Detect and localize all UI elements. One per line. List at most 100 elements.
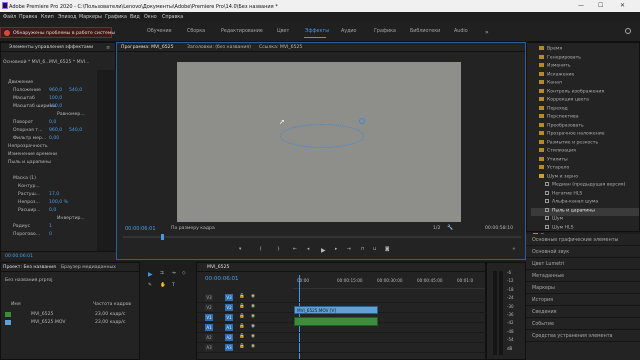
effect-row-value[interactable]: 0 [49, 232, 52, 238]
effect-row[interactable]: Равномер... [3, 111, 97, 119]
effect-row-value[interactable]: 0,0 [49, 208, 56, 214]
effects-list-item[interactable]: Шум [531, 216, 639, 225]
pen-tool-icon[interactable]: ✎ [148, 283, 152, 289]
effect-row-value[interactable]: 17,0 [49, 192, 59, 198]
menu-file[interactable]: Файл [3, 15, 16, 20]
effect-row[interactable]: Растуш... 17,0 [3, 191, 97, 199]
effect-row[interactable]: Расшир... 0,0 [3, 207, 97, 215]
effect-row[interactable]: Инвертир... [3, 215, 97, 223]
playhead-icon[interactable] [161, 234, 164, 240]
sequence-tab[interactable]: MVI_6525 [207, 265, 229, 271]
workspace-tab-assembly[interactable]: Сборка [187, 29, 205, 34]
menu-view[interactable]: Вид [130, 15, 140, 20]
track-select-icon[interactable]: ⇉ [160, 271, 164, 277]
add-button-icon[interactable]: + [512, 247, 516, 253]
track-header[interactable]: A2 A2 🔒 ◉ [197, 333, 487, 343]
effects-list-item[interactable]: Стилизация [531, 148, 639, 157]
visibility-icon[interactable]: ◉ [251, 294, 255, 300]
lock-icon[interactable]: 🔒 [239, 324, 245, 330]
track-source-button[interactable]: V2 [205, 304, 213, 311]
project-search[interactable]: Без названия.prproj [5, 278, 52, 284]
effect-row-value[interactable]: 100,0 [49, 104, 62, 110]
workspace-tab-libraries[interactable]: Библиотеки [410, 29, 440, 34]
side-panel-tab[interactable]: Основные графические элементы [526, 234, 640, 246]
titles-tab[interactable]: Заголовки: (без названия) [187, 45, 251, 51]
side-panel-tab[interactable]: Маркеры [526, 282, 640, 294]
visibility-icon[interactable]: ◉ [251, 324, 255, 330]
mask-handle-icon[interactable] [359, 118, 365, 124]
workspace-tab-learning[interactable]: Обучение [147, 29, 172, 34]
lock-icon[interactable]: 🔒 [239, 304, 245, 310]
workspace-tab-editing[interactable]: Редактирование [221, 29, 263, 34]
workspace-tab-graphics[interactable]: Графика [374, 29, 396, 34]
effect-controls-timecode[interactable]: 00:00:06:01 [5, 254, 33, 260]
fit-dropdown[interactable]: По размеру кадра [171, 226, 215, 232]
maximize-button[interactable]: ☐ [598, 2, 603, 9]
side-panel-tab[interactable]: Метаданные [526, 270, 640, 282]
track-source-button[interactable]: A1 [205, 324, 213, 331]
track-source-button[interactable]: A3 [205, 344, 213, 351]
effect-row[interactable]: Порогово... 0 [3, 231, 97, 239]
timeline-ruler[interactable]: 00:00 00:00:15:00 00:00:30:00 00:00:45:00 00… [293, 275, 485, 289]
type-tool-icon[interactable]: T [172, 283, 175, 289]
audio-clip[interactable] [294, 317, 378, 326]
track-target-button[interactable]: V3 [225, 294, 233, 301]
track-header[interactable]: A3 A3 🔒 ◉ [197, 343, 487, 353]
effect-row[interactable]: Непрозрачность [3, 143, 97, 151]
lock-icon[interactable]: 🔒 [239, 294, 245, 300]
effect-row[interactable]: Маска (1) [3, 175, 97, 183]
effect-row-value[interactable]: 960,0 [49, 128, 62, 134]
ripple-edit-icon[interactable]: ⟛ [172, 271, 176, 277]
export-frame-icon[interactable]: ◙ [385, 247, 389, 253]
effects-list-item[interactable]: Искажение [531, 71, 639, 81]
effects-list-item[interactable]: Прозрачное наложение [531, 131, 639, 140]
effects-list-item[interactable]: Медиан (предыдущая версия) [531, 182, 639, 191]
side-panel-tab[interactable]: Событие [526, 318, 640, 330]
settings-icon[interactable]: 🔧 [447, 226, 453, 231]
visibility-icon[interactable]: ◉ [251, 334, 255, 340]
video-clip[interactable]: MVI_6525.MOV [V] [294, 306, 378, 314]
effect-row[interactable]: Контур... [3, 183, 97, 191]
lift-icon[interactable]: ⊓ [361, 247, 365, 253]
effect-row-checkbox[interactable]: Инвертир... [57, 216, 85, 222]
effect-row-value[interactable]: 960,0 [49, 88, 62, 94]
effect-row[interactable]: Радиус 1 [3, 223, 97, 231]
search-icon[interactable] [625, 28, 631, 34]
track-header[interactable]: V3 V3 🔒 ◉ [197, 293, 487, 303]
menu-clip[interactable]: Клип [41, 15, 54, 20]
effect-controls-tab[interactable]: Элементы управления эффектами [9, 45, 93, 51]
effect-row[interactable]: Изменение времени [3, 151, 97, 159]
side-panel-tab[interactable]: Сведения [526, 306, 640, 318]
project-item[interactable]: MVI_6525 23,00 кадр/с [3, 311, 139, 319]
track-source-button[interactable]: A2 [205, 334, 213, 341]
effect-row-value2[interactable]: 540,0 [69, 128, 82, 134]
side-panel-tab[interactable]: Средства устранения элемента [526, 330, 640, 342]
workspace-tab-effects[interactable]: Эффекты [305, 29, 329, 34]
effect-row-value[interactable]: 0,00 [49, 136, 59, 142]
go-to-out-icon[interactable]: ⇥ [347, 247, 351, 253]
effects-list-item[interactable]: Переход [531, 105, 639, 115]
step-forward-icon[interactable]: ▸ [335, 247, 337, 253]
workspace-tab-audio2[interactable]: Audio [454, 29, 468, 34]
effect-row[interactable]: Пыль и царапины [3, 159, 97, 167]
effects-list-item[interactable]: Преобразовать [531, 122, 639, 132]
mark-in-bracket-icon[interactable]: { [259, 247, 262, 253]
effects-list-item[interactable]: Шум и зерно [531, 173, 639, 183]
effect-row[interactable]: Поворот 0,0 [3, 119, 97, 127]
effect-row-value[interactable]: 0,0 [49, 120, 56, 126]
track-target-button[interactable]: A1 [225, 324, 233, 331]
track-target-button[interactable]: V1 [225, 314, 233, 321]
selection-tool-icon[interactable]: ▶ [148, 272, 153, 278]
effect-row[interactable] [3, 167, 97, 175]
effects-list-item[interactable]: Канал [531, 80, 639, 89]
side-panel-tab[interactable]: Основной звук [526, 246, 640, 258]
panel-menu-icon[interactable]: ≡ [106, 45, 110, 51]
track-target-button[interactable]: A2 [225, 334, 233, 341]
go-to-in-icon[interactable]: ⇤ [293, 247, 297, 253]
menu-edit[interactable]: Правка [19, 15, 37, 20]
column-name[interactable]: Имя [11, 302, 21, 308]
play-icon[interactable]: ▶ [321, 248, 326, 254]
mark-out-bracket-icon[interactable]: } [277, 247, 280, 253]
lock-icon[interactable]: 🔒 [239, 334, 245, 340]
effects-list-item[interactable]: Контроль изображения [531, 88, 639, 98]
